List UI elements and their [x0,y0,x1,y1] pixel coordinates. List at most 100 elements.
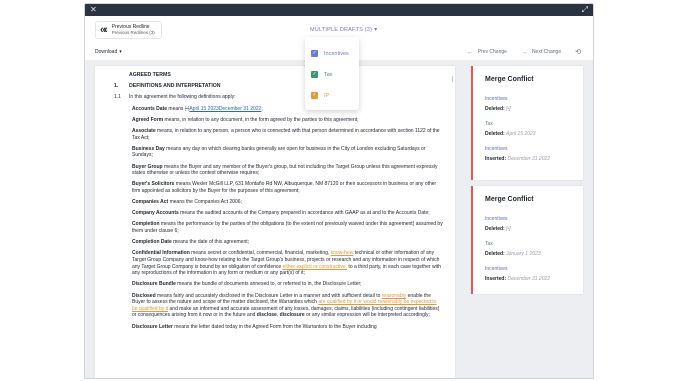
conflict-change: Inserted: December 31 2022 [485,276,573,282]
change-value: December 31 2022 [507,276,551,282]
section-title: DEFINITIONS AND INTERPRETATION [129,83,221,90]
definition-text: means [167,105,185,112]
definition-term: disclose [256,312,277,319]
draft-option-incentives[interactable]: ✓ Incentives [311,43,353,64]
definition-text: or any similar expression will be interp… [304,312,430,319]
option-label: Incentives [324,50,349,57]
change-type: Deleted: [485,226,505,232]
definition-company-accounts: Company Accounts means the audited accou… [132,210,443,217]
definition-confidential-information: Confidential Information means secret or… [132,250,443,276]
definition-disclosure-bundle: Disclosure Bundle means the bundle of do… [132,281,443,288]
app-window: ✕ ⤢ «‹ Previous Redline Previous Redline… [84,3,594,379]
merge-conflict-title: Merge Conflict [485,76,534,83]
expand-icon[interactable]: ⤢ [582,5,588,15]
change-value: [•] [506,106,511,112]
conflict-change: Deleted: [•] [485,226,573,232]
definition-text: means the performance by the parties of … [132,221,443,235]
draft-option-tax[interactable]: ✓ Tax [311,64,353,85]
ip-change-text[interactable]: know-how [331,250,354,256]
checkbox-checked-icon[interactable]: ✓ [311,92,318,99]
redline-subtitle: Previous Redlines (3) [111,30,155,35]
clause-1-1: 1.1 In this agreement the following defin… [114,94,443,101]
definition-text: means the Buyer and any member of the Bu… [132,163,438,177]
definition-text: means the bundle of documents annexed to… [175,281,362,288]
ip-change-text[interactable]: reasonably [382,293,406,299]
drafts-dropdown-menu: ✓ Incentives ✓ Tax ✓ IP [305,37,359,110]
next-change-button[interactable]: → Next Change [521,49,561,56]
definition-associate: Associate means, in relation to any pers… [132,128,443,141]
definition-text: ; [261,105,263,112]
chevron-down-icon: ▾ [374,27,378,33]
definition-term: Disclosure Letter [132,323,173,330]
document-heading: AGREED TERMS [129,72,171,78]
definition-term: Buyer's Solicitors [132,181,175,188]
previous-redline-button[interactable]: «‹ Previous Redline Previous Redlines (3… [95,21,162,39]
definition-term: Disclosure Bundle [132,281,176,288]
definition-text: means, in relation to any person, a pers… [132,127,440,141]
definition-buyers-solicitors: Buyer's Solicitors means Wexler McGill L… [132,181,443,194]
merge-conflict-title: Merge Conflict [485,196,534,203]
download-button[interactable]: Download ▾ [95,49,122,55]
chevron-down-icon: ▾ [119,49,122,55]
conflict-change: Deleted: April 15 2023 [485,131,573,137]
change-type: Deleted: [485,251,505,257]
conflict-category-incentives: Incentives [485,216,508,222]
checkbox-checked-icon[interactable]: ✓ [311,50,318,57]
definition-term: disclosure [279,312,305,319]
next-change-label: Next Change [531,49,562,55]
definition-text: means, in relation to any document, in t… [163,116,359,123]
arrow-right-icon: → [520,48,528,56]
section-number: 1. [114,83,119,90]
definition-term: Disclosed [132,292,156,299]
definition-companies-act: Companies Act means the Companies Act 20… [132,199,443,206]
redline-text: Previous Redline Previous Redlines (3) [112,24,155,36]
definition-text: means secret or confidential, commercial… [189,250,331,257]
document-page[interactable]: AGREED TERMS 1. DEFINITIONS AND INTERPRET… [95,66,455,378]
definition-text: means the date of this agreement; [171,239,250,246]
prev-change-label: Prev Change [477,49,507,55]
close-icon[interactable]: ✕ [90,5,97,15]
definition-text: means fairly and accurately disclosed in… [155,292,382,299]
definition-business-day: Business Day means any day on which clea… [132,146,443,159]
option-label: IP [324,92,330,99]
ip-change-text[interactable]: either explicit or constructive, [283,264,347,270]
conflict-change: Deleted: [•] [485,106,573,112]
change-value: January 1 2023 [506,251,541,257]
conflict-category-incentives: Incentives [485,146,508,152]
draft-option-ip[interactable]: ✓ IP [311,85,353,106]
change-type: Deleted: [485,131,505,137]
conflict-change: Deleted: January 1 2023 [485,251,573,257]
definitions-list: Accounts Date means [•]April 15 2023Dece… [129,106,443,331]
arrow-left-icon: ← [466,48,474,56]
change-type: Inserted: [485,276,507,282]
change-type: Inserted: [485,156,507,162]
clause-text: In this agreement the following definiti… [129,94,236,101]
definition-term: Confidential Information [132,250,190,257]
conflict-category-incentives: Incentives [485,266,508,272]
multiple-drafts-dropdown[interactable]: MULTIPLE DRAFTS (3) ▾ [310,26,377,33]
definition-term: Completion Date [132,239,172,246]
prev-change-button[interactable]: ← Prev Change [467,49,507,56]
definition-accounts-date: Accounts Date means [•]April 15 2023Dece… [132,106,443,113]
section-1-heading: 1. DEFINITIONS AND INTERPRETATION [114,83,443,90]
merge-conflict-card[interactable]: Merge Conflict Incentives Deleted: [•] T… [471,66,583,180]
definition-text: means the letter dated today in the Agre… [172,323,377,330]
inserted-text[interactable]: December 31 2022 [219,106,262,112]
conflict-category-tax: Tax [485,121,493,127]
definition-buyer-group: Buyer Group means the Buyer and any memb… [132,164,443,177]
option-label: Tax [324,71,333,78]
checkbox-checked-icon[interactable]: ✓ [311,71,318,78]
definition-completion-date: Completion Date means the date of this a… [132,239,443,246]
inserted-text[interactable]: April 15 2023 [189,106,218,112]
definition-text: means Wexler McGill LLP, 631 Montaño Rd … [132,181,437,194]
change-value: [•] [506,226,511,232]
change-navigation: ← Prev Change → Next Change ⟲ [467,45,581,59]
definition-text: means the audited accounts of the Compan… [178,210,430,217]
title-bar: ✕ ⤢ [85,4,593,16]
definition-disclosed: Disclosed means fairly and accurately di… [132,293,443,319]
merge-conflict-card[interactable]: Merge Conflict Incentives Deleted: [•] T… [471,186,583,294]
refresh-icon[interactable]: ⟲ [575,48,581,56]
definition-term: Buyer Group [132,163,163,170]
scrollbar-thumb[interactable] [452,76,453,82]
definition-text: means any day on which clearing banks ge… [132,145,426,159]
